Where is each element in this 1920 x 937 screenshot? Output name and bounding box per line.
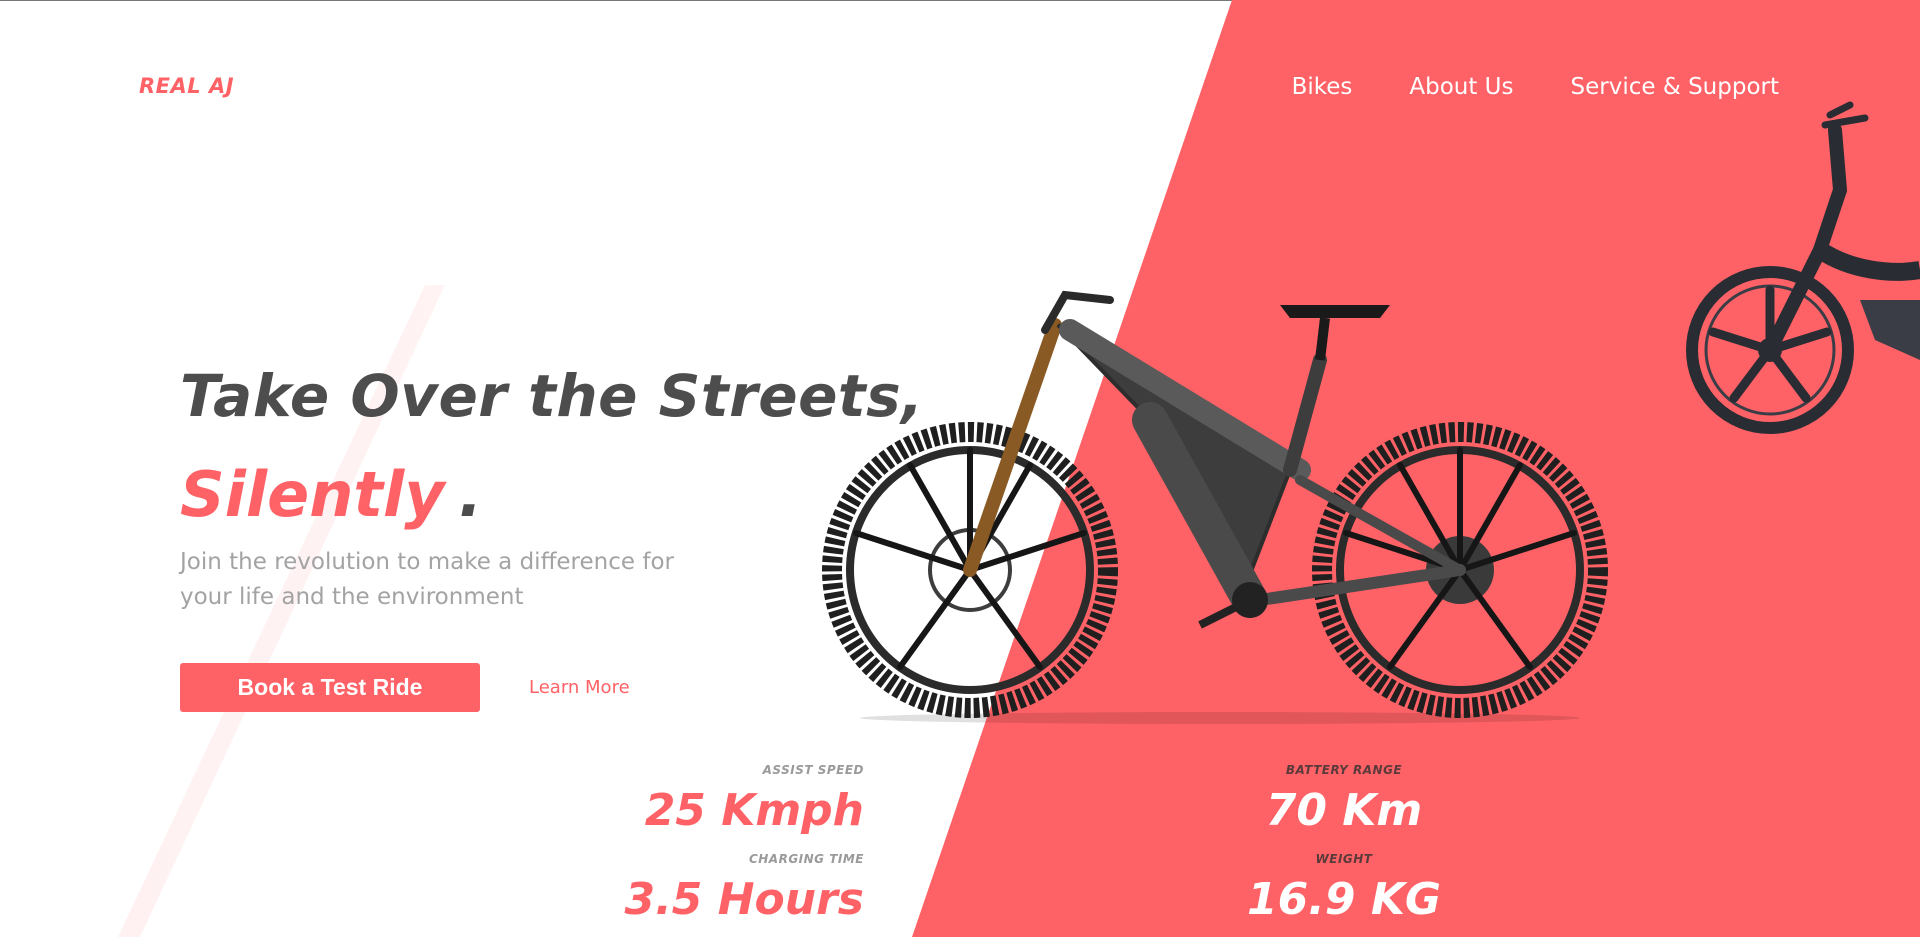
stat-value-battery-range: 70 Km	[1265, 785, 1423, 836]
stat-label-assist-speed: ASSIST SPEED	[762, 763, 864, 777]
hero-accent-word: Silently	[180, 458, 445, 531]
nav-item-about-us[interactable]: About Us	[1409, 74, 1513, 100]
mountain-ebike-icon	[822, 290, 1608, 724]
hero-accent-punct: .	[458, 458, 483, 531]
nav-item-service-support[interactable]: Service & Support	[1571, 74, 1779, 100]
learn-more-link[interactable]: Learn More	[529, 677, 630, 698]
main-nav: Bikes About Us Service & Support	[1292, 74, 1779, 100]
stat-label-weight: WEIGHT	[1315, 852, 1373, 866]
brand-logo[interactable]: REAL AJ	[139, 74, 234, 98]
stat-value-weight: 16.9 KG	[1246, 874, 1442, 925]
book-test-ride-button[interactable]: Book a Test Ride	[180, 663, 480, 712]
nav-item-bikes[interactable]: Bikes	[1292, 74, 1353, 100]
stat-value-assist-speed: 25 Kmph	[644, 785, 864, 836]
stat-label-charging-time: CHARGING TIME	[748, 852, 864, 866]
hero-headline: Take Over the Streets,	[180, 362, 924, 430]
hero-subtext: Join the revolution to make a difference…	[180, 549, 674, 610]
stat-value-charging-time: 3.5 Hours	[624, 874, 864, 925]
city-ebike-icon	[1686, 101, 1920, 434]
stat-label-battery-range: BATTERY RANGE	[1285, 763, 1403, 777]
hero-headline-accent-line: Silently.	[180, 458, 482, 531]
